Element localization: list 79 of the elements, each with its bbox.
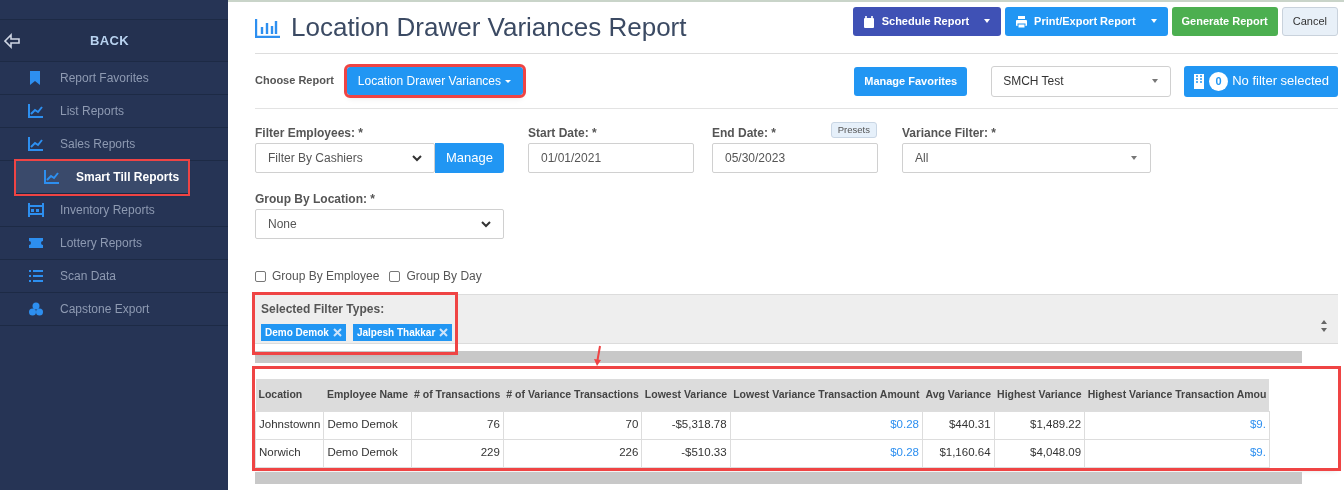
table-cell: 76	[411, 411, 504, 439]
sidebar-item[interactable]: Lottery Reports	[0, 227, 228, 260]
list-icon	[28, 268, 44, 284]
horizontal-scrollbar[interactable]	[255, 471, 1302, 484]
choose-report-label: Choose Report	[255, 73, 334, 88]
close-icon	[439, 328, 449, 337]
chevron-down-icon	[412, 154, 422, 162]
field-label: Group By Location: *	[255, 191, 376, 208]
column-header[interactable]: Highest Variance Transaction Amou	[1084, 379, 1270, 411]
column-header[interactable]: Location	[255, 379, 324, 411]
annotation-arrow	[593, 345, 603, 367]
sidebar-item[interactable]: Scan Data	[0, 260, 228, 293]
column-header[interactable]: Lowest Variance	[641, 379, 731, 411]
table-cell: Demo Demok	[323, 439, 411, 467]
shelf-icon	[28, 202, 44, 218]
field-label: Start Date: *	[528, 125, 598, 142]
field-label: End Date: *	[712, 125, 776, 142]
table-cell: -$5,318.78	[641, 411, 731, 439]
sidebar-item[interactable]: Smart Till Reports	[16, 161, 188, 194]
schedule-report-button[interactable]: Schedule Report	[852, 7, 1002, 36]
column-header[interactable]: Highest Variance	[994, 379, 1085, 411]
cancel-button[interactable]: Cancel	[1281, 7, 1338, 36]
location-select[interactable]: None	[255, 209, 504, 239]
checkbox[interactable]	[255, 270, 266, 282]
bar-chart-icon	[255, 17, 281, 38]
building-icon	[1193, 73, 1206, 89]
table-cell: $4,048.09	[994, 439, 1085, 467]
column-header[interactable]: Lowest Variance Transaction Amount	[730, 379, 923, 411]
sidebar-item[interactable]: Report Favorites	[0, 62, 228, 95]
line-chart-icon	[44, 169, 60, 185]
horizontal-scrollbar[interactable]	[255, 351, 1302, 363]
column-header[interactable]: # of Transactions	[411, 379, 504, 411]
line-chart-icon	[28, 103, 44, 119]
column-header[interactable]: Employee Name	[323, 379, 411, 411]
ticket-icon	[28, 235, 44, 251]
column-header[interactable]: Avg Variance	[922, 379, 995, 411]
amount-link[interactable]: $9.	[1084, 411, 1270, 439]
caret-icon	[1149, 19, 1158, 24]
table-cell: -$510.33	[641, 439, 731, 467]
printer-icon	[1015, 14, 1029, 29]
spinner-arrows-icon	[1320, 319, 1328, 333]
caret-icon	[504, 78, 513, 84]
page-title: Location Drawer Variances Report	[291, 11, 687, 44]
column-header[interactable]: # of Variance Transactions	[503, 379, 642, 411]
field-label: Variance Filter: *	[902, 125, 998, 142]
amount-link[interactable]: $9.	[1084, 439, 1270, 467]
checkbox-option[interactable]: Group By Day	[389, 267, 482, 285]
variance-select[interactable]: All	[902, 143, 1151, 173]
employee-select[interactable]: Filter By Cashiers	[255, 143, 435, 173]
table-cell: $1,489.22	[994, 411, 1085, 439]
presets-button[interactable]: Presets	[830, 122, 877, 138]
caret-icon	[1151, 78, 1160, 84]
sidebar-item[interactable]: Inventory Reports	[0, 194, 228, 227]
table-cell: Norwich	[255, 439, 324, 467]
filter-types-title: Selected Filter Types:	[261, 301, 386, 318]
checkbox[interactable]	[389, 270, 401, 282]
table-cell: 226	[503, 439, 642, 467]
caret-icon	[983, 19, 992, 24]
table-cell: 229	[411, 439, 504, 467]
table-cell: 70	[503, 411, 642, 439]
sidebar-item[interactable]: Capstone Export	[0, 293, 228, 326]
boxes-icon	[28, 301, 44, 317]
store-select[interactable]: SMCH Test	[991, 65, 1172, 97]
field-label: Filter Employees: *	[255, 125, 365, 142]
end-date-field[interactable]: 05/30/2023	[712, 143, 878, 173]
back-arrow-icon	[4, 32, 20, 49]
caret-icon	[1130, 155, 1138, 161]
table-cell: $1,160.64	[922, 439, 995, 467]
back-link[interactable]: BACK	[90, 30, 129, 51]
checkbox-option[interactable]: Group By Employee	[255, 267, 380, 285]
calendar-icon	[862, 14, 876, 29]
table-cell: $440.31	[922, 411, 995, 439]
start-date-field[interactable]: 01/01/2021	[528, 143, 694, 173]
table-cell: Johnstownn	[255, 411, 324, 439]
table-cell: Demo Demok	[323, 411, 411, 439]
line-chart-icon	[28, 136, 44, 152]
sidebar-item[interactable]: List Reports	[0, 95, 228, 128]
close-icon	[332, 328, 342, 337]
chevron-down-icon	[481, 220, 491, 228]
